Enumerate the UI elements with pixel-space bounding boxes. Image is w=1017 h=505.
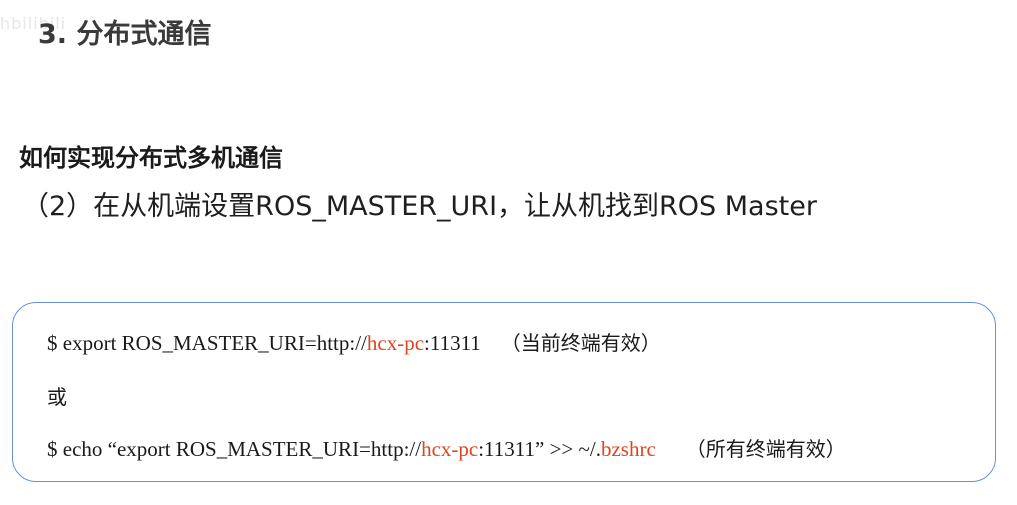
command-port: :11311 (424, 331, 481, 355)
hostname-highlight: hcx-pc (421, 437, 479, 461)
command-redirect: :11311” >> ~/. (478, 437, 601, 461)
rc-file-highlight: bzshrc (600, 437, 656, 461)
command-text: $ echo “export ROS_MASTER_URI=http:// (47, 437, 422, 461)
section-title: 3. 分布式通信 (38, 19, 212, 50)
scope-note: （所有终端有效） (685, 437, 846, 461)
step-description: （2）在从机端设置ROS_MASTER_URI，让从机找到ROS Master (22, 191, 817, 222)
command-line-echo: $ echo “export ROS_MASTER_URI=http://hcx… (47, 433, 846, 462)
or-separator: 或 (47, 385, 67, 409)
slide-heading: 如何实现分布式多机通信 (19, 144, 283, 172)
hostname-highlight: hcx-pc (366, 331, 425, 355)
scope-note: （当前终端有效） (500, 331, 661, 355)
command-line-export: $ export ROS_MASTER_URI=http://hcx-pc:11… (47, 327, 661, 356)
command-box: $ export ROS_MASTER_URI=http://hcx-pc:11… (12, 302, 996, 482)
command-text: $ export ROS_MASTER_URI=http:// (47, 331, 367, 355)
